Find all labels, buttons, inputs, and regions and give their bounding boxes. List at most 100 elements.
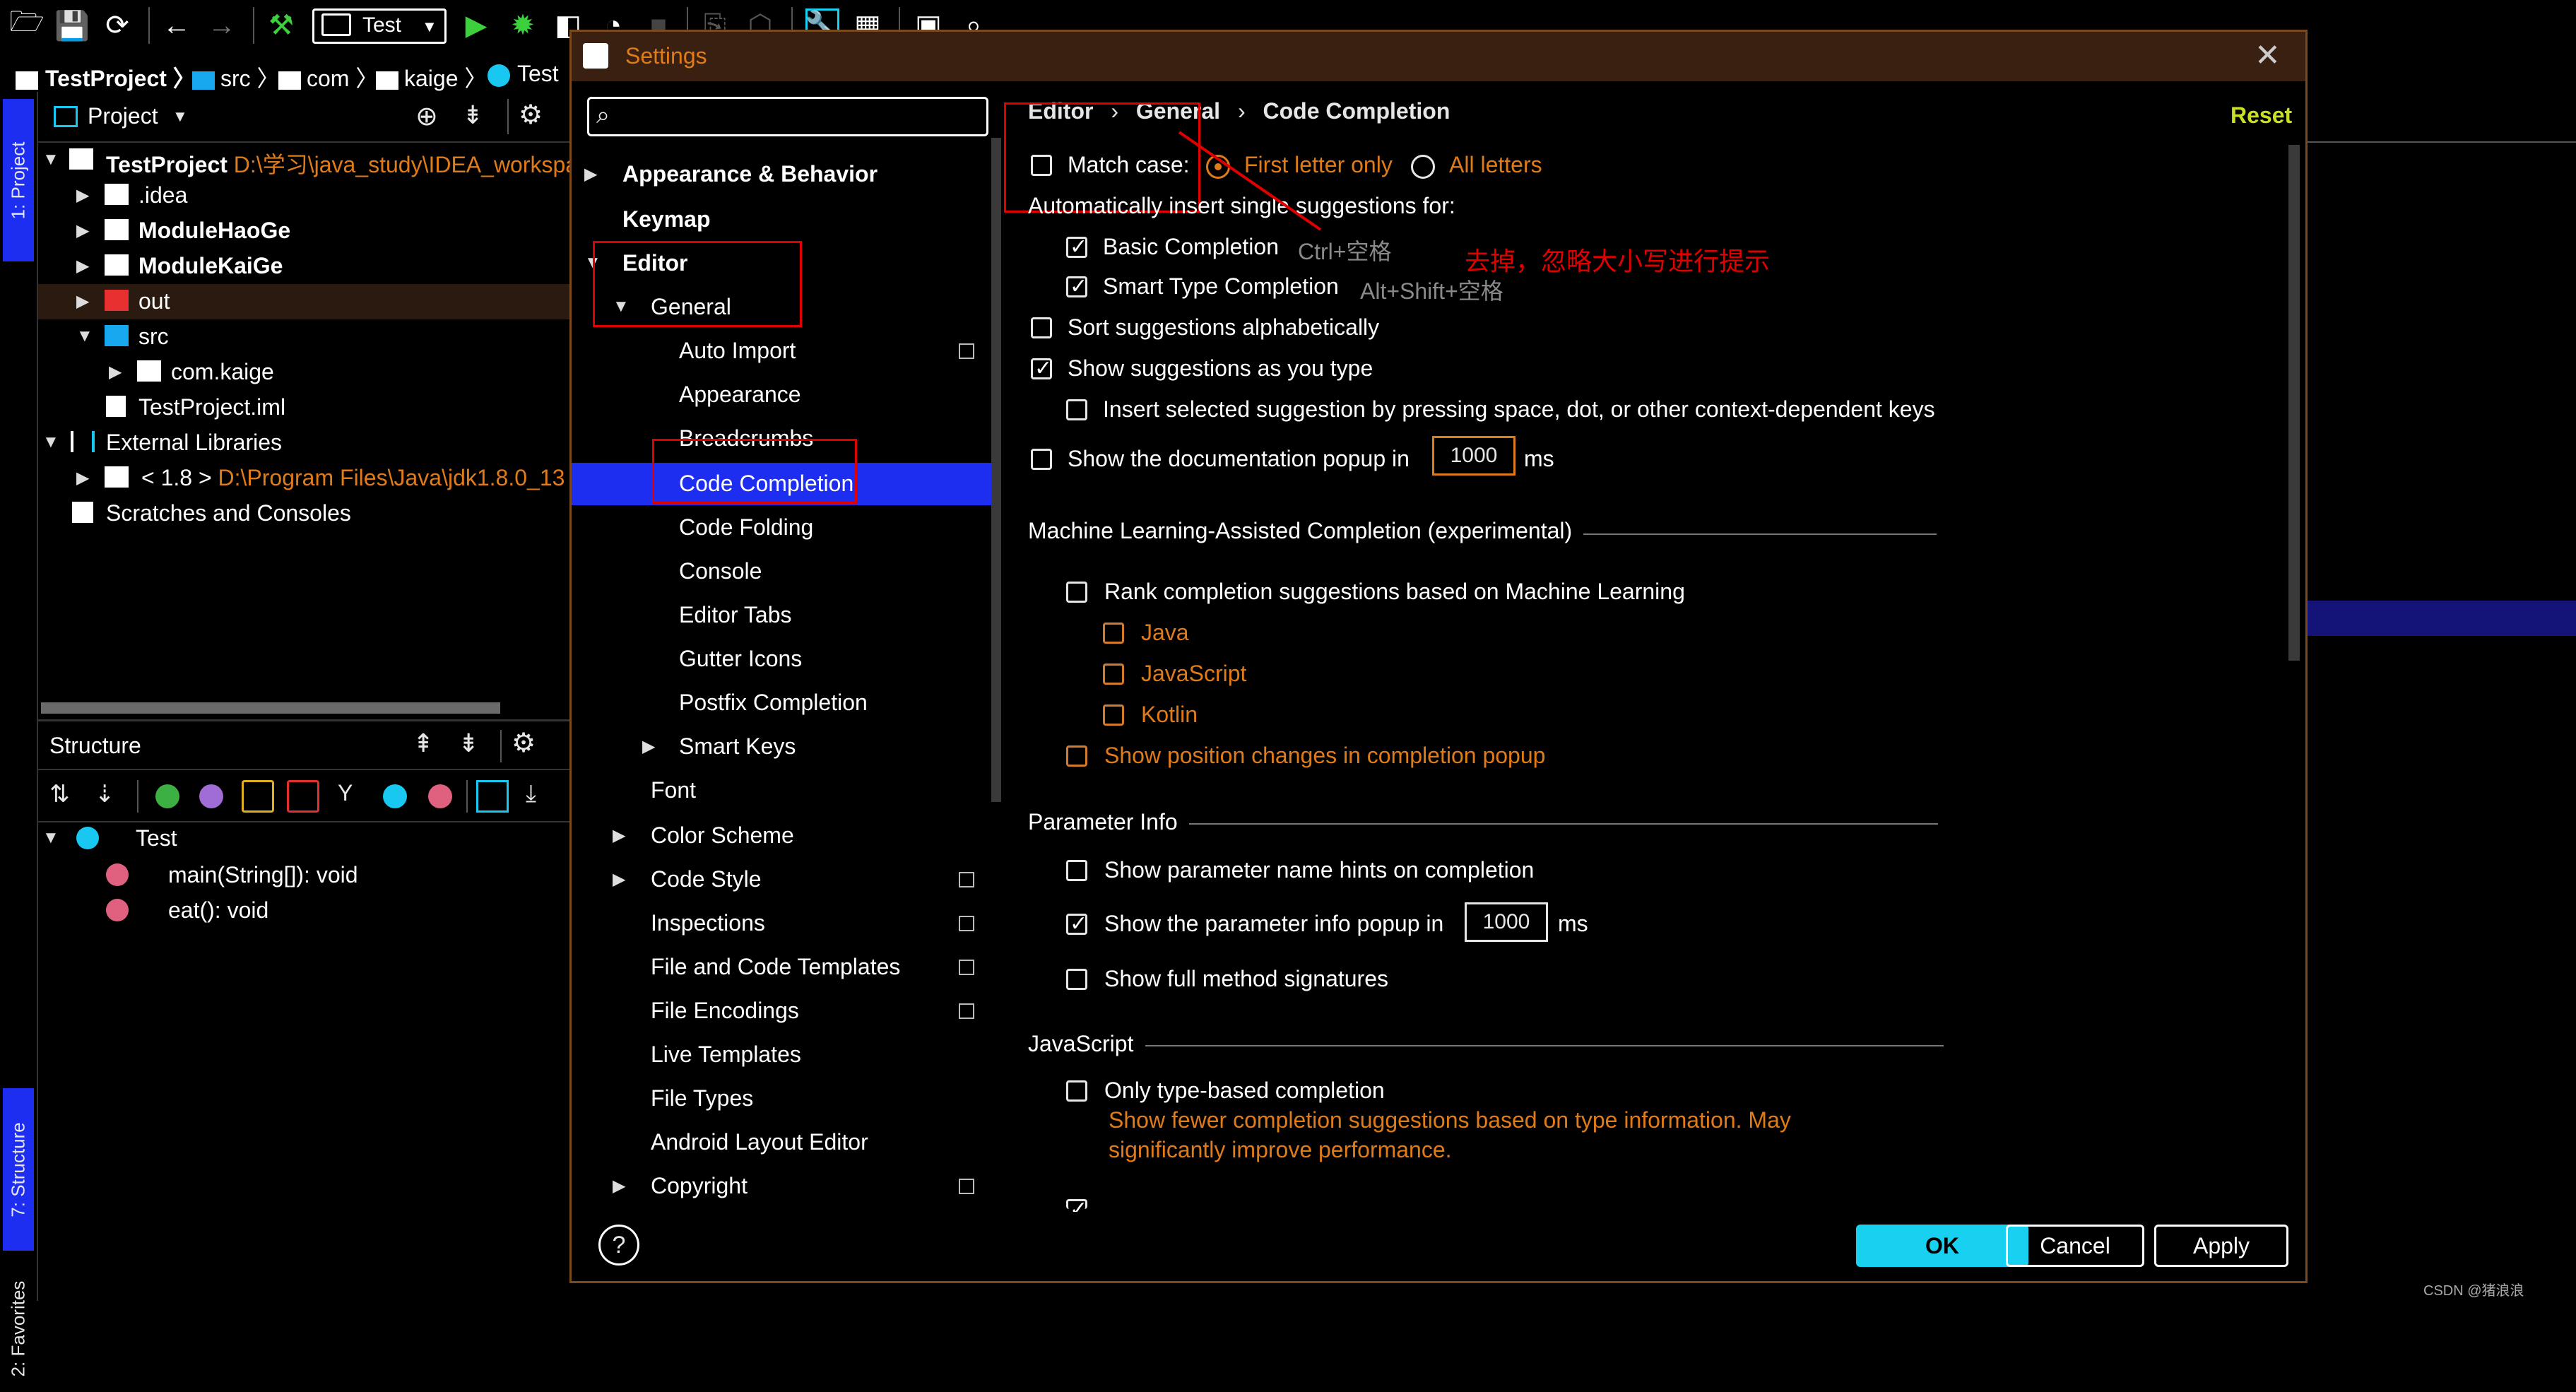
expand-arrow-icon[interactable]: ▶ — [76, 256, 89, 276]
param-popup-ms-input[interactable]: 1000 — [1465, 902, 1548, 942]
param-popup-checkbox[interactable] — [1066, 912, 1087, 936]
nav-item-copyright[interactable]: ▶ Copyright — [613, 1165, 748, 1206]
debug-icon[interactable]: ✹ — [506, 8, 540, 42]
tree-item-modulehaoge[interactable]: ▶ ModuleHaoGe — [38, 213, 569, 249]
chevron-down-icon[interactable]: ▼ — [172, 107, 188, 126]
nav-item-android-layout-editor[interactable]: Android Layout Editor — [651, 1121, 868, 1162]
expand-arrow-icon[interactable]: ▶ — [613, 869, 625, 890]
tree-item-testproject-iml[interactable]: TestProject.iml — [38, 390, 569, 425]
nav-scrollbar[interactable] — [991, 138, 1001, 802]
doc-popup-ms-input[interactable]: 1000 — [1432, 436, 1516, 476]
nav-item-code-style[interactable]: ▶ Code Style — [613, 859, 762, 900]
sort-alphabetically-icon[interactable]: ⇣ — [95, 780, 115, 808]
tree-item-com-kaige[interactable]: ▶ com.kaige — [38, 355, 569, 390]
structure-item-method[interactable]: eat(): void — [38, 893, 569, 928]
settings-search-input[interactable]: ⌕ — [587, 97, 988, 136]
expand-arrow-icon[interactable]: ▶ — [613, 1176, 625, 1196]
expand-arrow-icon[interactable]: ▶ — [584, 164, 597, 184]
ml-kotlin-checkbox[interactable] — [1103, 704, 1124, 726]
sort-alphabetically-checkbox[interactable] — [1031, 317, 1052, 338]
show-inherited-icon[interactable] — [155, 784, 179, 808]
show-fields-icon[interactable] — [242, 780, 274, 813]
tree-item-modulekaige[interactable]: ▶ ModuleKaiGe — [38, 249, 569, 284]
tree-item-scratches[interactable]: Scratches and Consoles — [38, 496, 569, 531]
forward-icon[interactable]: → — [205, 8, 239, 42]
smart-completion-checkbox[interactable] — [1066, 274, 1087, 299]
structure-item-method[interactable]: main(String[]): void — [38, 858, 569, 893]
match-case-checkbox[interactable] — [1031, 155, 1052, 176]
cancel-button[interactable]: Cancel — [2006, 1225, 2144, 1267]
apply-button[interactable]: Apply — [2154, 1225, 2288, 1267]
nav-item-color-scheme[interactable]: ▶ Color Scheme — [613, 815, 794, 856]
expand-arrow-icon[interactable]: ▶ — [76, 220, 89, 241]
tree-item-testproject[interactable]: ▼ TestProject D:\学习\java_study\IDEA_work… — [38, 143, 578, 178]
nav-item-font[interactable]: Font — [651, 769, 696, 810]
nav-item-postfix-completion[interactable]: Postfix Completion — [679, 682, 868, 723]
doc-popup-checkbox[interactable] — [1031, 449, 1052, 470]
expand-all-icon[interactable]: ⇞ — [413, 729, 434, 758]
expand-arrow-icon[interactable]: ▼ — [42, 150, 59, 170]
breadcrumb-item-project[interactable]: TestProject 〉 — [16, 61, 196, 93]
expand-arrow-icon[interactable]: ▼ — [42, 432, 59, 452]
nav-item-gutter-icons[interactable]: Gutter Icons — [679, 638, 802, 679]
sync-icon[interactable]: ⟳ — [100, 8, 134, 42]
save-icon[interactable]: 💾 — [54, 8, 90, 42]
basic-completion-checkbox[interactable] — [1066, 235, 1087, 259]
expand-arrow-icon[interactable]: ▶ — [76, 468, 89, 488]
show-lambdas-icon[interactable]: Y — [338, 780, 353, 806]
expand-arrow-icon[interactable]: ▶ — [613, 825, 625, 846]
run-icon[interactable]: ▶ — [459, 8, 493, 42]
breadcrumb-item-src[interactable]: src 〉 — [192, 61, 280, 93]
show-as-type-checkbox[interactable] — [1031, 356, 1052, 381]
dialog-title-bar[interactable]: Settings ✕ — [572, 32, 2305, 81]
back-icon[interactable]: ← — [160, 8, 194, 42]
tree-item-external-libraries[interactable]: ▼ External Libraries — [38, 425, 569, 461]
show-anonymous-icon[interactable] — [383, 784, 407, 808]
nav-item-console[interactable]: Console — [679, 550, 762, 591]
expand-arrow-icon[interactable]: ▶ — [76, 185, 89, 206]
autoscroll-from-source-icon[interactable]: ⤓ — [526, 780, 536, 808]
favorites-tool-tab[interactable]: 2: Favorites — [3, 1265, 34, 1392]
param-hints-checkbox[interactable] — [1066, 860, 1087, 881]
expand-arrow-icon[interactable]: ▼ — [42, 828, 59, 848]
sort-by-visibility-icon[interactable]: ⇅ — [49, 780, 70, 808]
show-non-public-icon[interactable] — [287, 780, 319, 813]
tree-item-src[interactable]: ▼ src — [38, 319, 569, 355]
gear-icon[interactable]: ⚙ — [512, 727, 536, 759]
nav-item-inspections[interactable]: Inspections — [651, 902, 765, 943]
ml-position-checkbox[interactable] — [1066, 745, 1087, 767]
nav-item-live-templates[interactable]: Live Templates — [651, 1034, 801, 1075]
close-icon[interactable]: ✕ — [2255, 37, 2281, 73]
nav-item-file-code-templates[interactable]: File and Code Templates — [651, 946, 900, 987]
breadcrumb-item-kaige[interactable]: kaige 〉 — [376, 61, 487, 93]
locate-icon[interactable]: ⊕ — [415, 100, 438, 132]
show-properties-icon[interactable] — [199, 784, 223, 808]
tree-item-jdk[interactable]: ▶ < 1.8 > D:\Program Files\Java\jdk1.8.0… — [38, 461, 569, 496]
nav-item-smart-keys[interactable]: ▶ Smart Keys — [642, 726, 796, 767]
tree-item-idea[interactable]: ▶ .idea — [38, 178, 569, 213]
next-option-checkbox[interactable] — [1066, 1197, 1087, 1222]
open-folder-icon[interactable]: 🗁 — [9, 6, 45, 42]
ok-button[interactable]: OK — [1856, 1225, 2028, 1267]
build-hammer-icon[interactable]: ⚒ — [264, 8, 298, 42]
nav-item-auto-import[interactable]: Auto Import — [679, 330, 796, 371]
ml-java-checkbox[interactable] — [1103, 623, 1124, 644]
expand-arrow-icon[interactable]: ▶ — [109, 362, 122, 382]
collapse-all-icon[interactable]: ⇟ — [462, 100, 483, 130]
param-full-checkbox[interactable] — [1066, 969, 1087, 990]
nav-item-appearance-behavior[interactable]: ▶ Appearance & Behavior — [584, 153, 878, 194]
breadcrumb-item-test[interactable]: Test — [488, 61, 559, 87]
project-tool-tab[interactable]: 1: Project — [3, 99, 34, 261]
nav-item-file-encodings[interactable]: File Encodings — [651, 990, 799, 1031]
run-configuration-dropdown[interactable]: Test ▼ — [312, 8, 447, 44]
structure-item-test-class[interactable]: ▼ Test — [38, 821, 569, 856]
tree-item-out[interactable]: ▶ out — [38, 284, 569, 319]
insert-selected-checkbox[interactable] — [1066, 399, 1087, 420]
nav-item-appearance[interactable]: Appearance — [679, 374, 801, 415]
breadcrumb-item-com[interactable]: com 〉 — [278, 61, 378, 93]
nav-item-code-folding[interactable]: Code Folding — [679, 507, 813, 548]
help-button[interactable]: ? — [598, 1225, 639, 1266]
gear-icon[interactable]: ⚙ — [519, 99, 543, 131]
reset-link[interactable]: Reset — [2231, 102, 2292, 129]
ml-javascript-checkbox[interactable] — [1103, 663, 1124, 685]
